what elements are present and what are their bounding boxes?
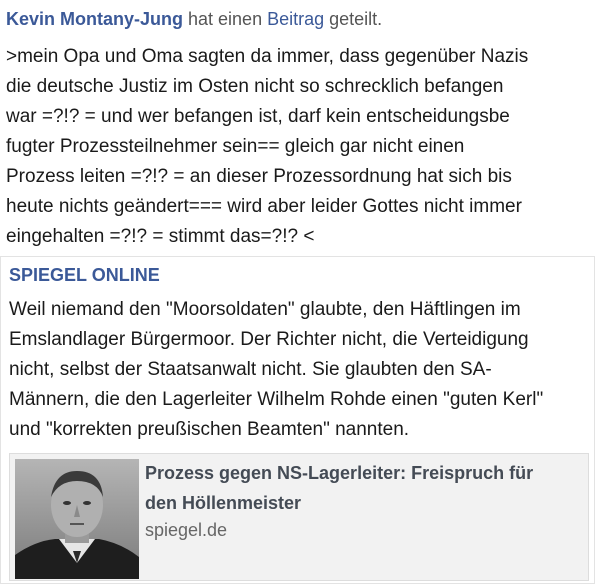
- shared-post-card[interactable]: SPIEGEL ONLINE Weil niemand den "Moorsol…: [0, 256, 595, 584]
- header-text-before: hat einen: [183, 9, 268, 29]
- shared-post-text: Weil niemand den "Moorsoldaten" glaubte,…: [9, 299, 544, 440]
- article-title-link[interactable]: Prozess gegen NS-Lagerleiter: Freispruch…: [145, 458, 575, 518]
- author-name-link[interactable]: Kevin Montany-Jung: [6, 9, 183, 29]
- share-header: Kevin Montany-Jung hat einen Beitrag get…: [6, 8, 382, 30]
- post-text: >mein Opa und Oma sagten da immer, dass …: [6, 46, 529, 247]
- post-link[interactable]: Beitrag: [267, 9, 324, 29]
- header-text-after: geteilt.: [324, 9, 383, 29]
- link-preview[interactable]: Prozess gegen NS-Lagerleiter: Freispruch…: [9, 453, 589, 581]
- article-thumbnail-image[interactable]: [15, 459, 139, 579]
- article-domain: spiegel.de: [145, 520, 228, 540]
- source-page-name[interactable]: SPIEGEL ONLINE: [9, 265, 160, 286]
